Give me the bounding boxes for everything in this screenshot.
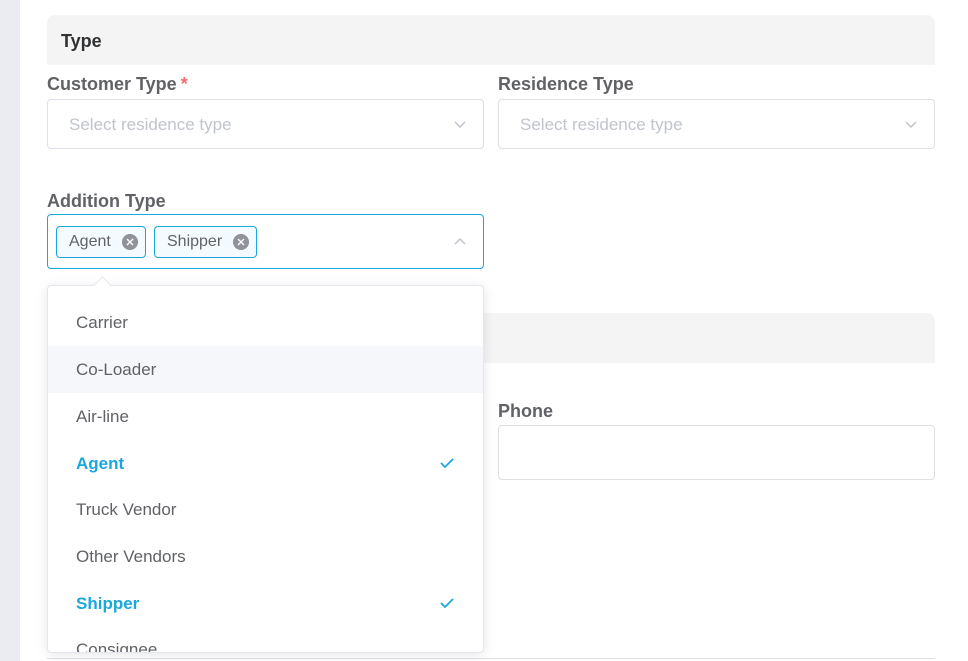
option-carrier[interactable]: Carrier [48, 299, 483, 346]
option-label: Consignee [76, 640, 158, 653]
option-other-vendors[interactable]: Other Vendors [48, 533, 483, 580]
option-agent[interactable]: Agent [48, 440, 483, 487]
option-consignee[interactable]: Consignee [48, 626, 483, 653]
residence-type-label-text: Residence Type [498, 74, 634, 94]
option-label: Air-line [76, 407, 129, 426]
close-circle-icon[interactable] [233, 234, 249, 250]
option-truck-vendor[interactable]: Truck Vendor [48, 486, 483, 533]
chevron-down-icon [454, 121, 466, 129]
phone-input[interactable] [498, 425, 935, 480]
phone-label-text: Phone [498, 401, 554, 421]
option-label: Truck Vendor [76, 500, 177, 519]
option-label: Other Vendors [76, 547, 186, 566]
residence-type-select[interactable]: Select residence type [498, 99, 935, 149]
tag-label: Agent [69, 233, 111, 250]
customer-type-label-text: Customer Type [47, 74, 177, 94]
residence-type-label: Residence Type [498, 74, 634, 95]
tag-shipper: Shipper [154, 226, 257, 258]
residence-type-placeholder: Select residence type [520, 115, 683, 134]
check-icon [440, 458, 454, 469]
close-circle-icon[interactable] [122, 234, 138, 250]
tag-label: Shipper [167, 233, 223, 250]
chevron-up-icon[interactable] [453, 235, 467, 249]
chevron-down-icon [905, 121, 917, 129]
section-header-type: Type [47, 15, 935, 65]
phone-label: Phone [498, 401, 553, 422]
check-icon [440, 598, 454, 609]
option-label: Carrier [76, 313, 128, 332]
addition-type-dropdown: Carrier Co-Loader Air-line Agent Truck V… [47, 285, 484, 653]
addition-type-multiselect[interactable]: Agent Shipper [47, 214, 484, 269]
customer-type-label: Customer Type * [47, 74, 188, 95]
option-co-loader[interactable]: Co-Loader [48, 346, 483, 393]
customer-type-select[interactable]: Select residence type [47, 99, 484, 149]
tag-agent: Agent [56, 226, 146, 258]
addition-type-label-text: Addition Type [47, 191, 166, 211]
section-title: Type [61, 31, 102, 51]
addition-type-label: Addition Type [47, 191, 166, 212]
option-label: Shipper [76, 594, 140, 613]
required-marker: * [180, 74, 188, 94]
option-air-line[interactable]: Air-line [48, 393, 483, 440]
option-label: Co-Loader [76, 360, 157, 379]
customer-type-placeholder: Select residence type [69, 115, 232, 134]
option-shipper[interactable]: Shipper [48, 580, 483, 627]
option-label: Agent [76, 454, 125, 473]
